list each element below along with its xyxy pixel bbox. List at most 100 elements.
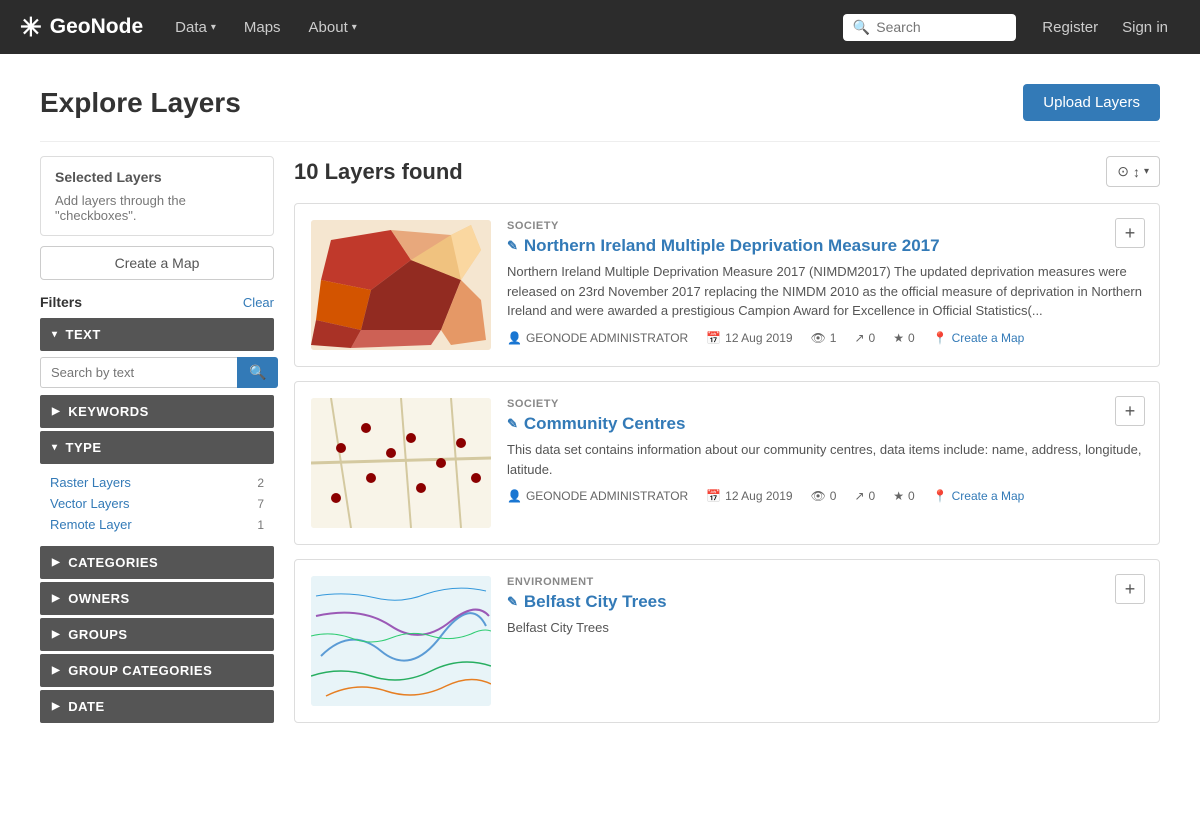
groups-filter-label: GROUPS [68, 627, 127, 642]
categories-filter-label: CATEGORIES [68, 555, 158, 570]
sidebar: Selected Layers Add layers through the "… [40, 156, 274, 726]
groups-filter-arrow-icon: ▶ [52, 629, 60, 640]
create-map-button[interactable]: Create a Map [40, 246, 274, 280]
date-filter-section: ▶ DATE [40, 690, 274, 723]
text-filter-body: 🔍 [40, 351, 274, 392]
owners-filter-section: ▶ OWNERS [40, 582, 274, 615]
categories-filter-arrow-icon: ▶ [52, 557, 60, 568]
date-filter-label: DATE [68, 699, 104, 714]
vector-layers-link[interactable]: Vector Layers [50, 496, 130, 511]
eye-icon: 👁 [811, 331, 826, 345]
add-layer-button-1[interactable]: + [1115, 218, 1145, 248]
layer-thumbnail [311, 398, 491, 528]
layer-views: 👁 0 [811, 489, 837, 503]
page-title: Explore Layers [40, 87, 241, 119]
remote-layer-count: 1 [257, 518, 264, 532]
keywords-filter-label: KEYWORDS [68, 404, 149, 419]
signin-link[interactable]: Sign in [1110, 19, 1180, 36]
group-categories-filter-header[interactable]: ▶ GROUP CATEGORIES [40, 654, 274, 687]
filters-label: Filters [40, 294, 82, 310]
star-icon: ★ [893, 489, 904, 503]
layer-thumbnail [311, 220, 491, 350]
layer-date: 📅 12 Aug 2019 [706, 489, 792, 503]
nav-data[interactable]: Data ▾ [161, 0, 230, 54]
keywords-filter-section: ▶ KEYWORDS [40, 395, 274, 428]
layer-description: This data set contains information about… [507, 440, 1143, 479]
create-map-link-1[interactable]: Create a Map [952, 331, 1025, 345]
brand-logo[interactable]: ✳ GeoNode [20, 12, 143, 43]
type-filter-item-vector: Vector Layers 7 [40, 493, 274, 514]
upload-layers-button[interactable]: Upload Layers [1023, 84, 1160, 121]
calendar-icon: 📅 [706, 331, 721, 345]
categories-filter-header[interactable]: ▶ CATEGORIES [40, 546, 274, 579]
layer-create-map: 📍 Create a Map [933, 489, 1025, 503]
layer-stars: ★ 0 [893, 331, 914, 345]
owners-filter-arrow-icon: ▶ [52, 593, 60, 604]
edit-icon: ✎ [507, 238, 518, 254]
search-input[interactable] [876, 19, 1006, 35]
register-link[interactable]: Register [1030, 19, 1110, 36]
date-filter-header[interactable]: ▶ DATE [40, 690, 274, 723]
date-filter-arrow-icon: ▶ [52, 701, 60, 712]
groups-filter-header[interactable]: ▶ GROUPS [40, 618, 274, 651]
keywords-filter-header[interactable]: ▶ KEYWORDS [40, 395, 274, 428]
selected-layers-box: Selected Layers Add layers through the "… [40, 156, 274, 236]
layer-shares: ↗ 0 [854, 489, 875, 503]
layer-author: 👤 GEONODE ADMINISTRATOR [507, 489, 688, 503]
nav-maps[interactable]: Maps [230, 0, 295, 54]
share-icon: ↗ [854, 489, 864, 503]
text-search-input[interactable] [40, 357, 237, 388]
raster-layers-link[interactable]: Raster Layers [50, 475, 131, 490]
layer-category: SOCIETY [507, 220, 1143, 232]
groups-filter-section: ▶ GROUPS [40, 618, 274, 651]
layer-description: Northern Ireland Multiple Deprivation Me… [507, 262, 1143, 321]
brand-icon: ✳ [20, 12, 42, 43]
create-map-link-2[interactable]: Create a Map [952, 489, 1025, 503]
map-pin-icon: 📍 [933, 489, 948, 503]
layer-category: ENVIRONMENT [507, 576, 1143, 588]
layer-author: 👤 GEONODE ADMINISTRATOR [507, 331, 688, 345]
layer-card: ENVIRONMENT ✎ Belfast City Trees Belfast… [294, 559, 1160, 723]
text-filter-header[interactable]: ▾ TEXT [40, 318, 274, 351]
add-layer-button-2[interactable]: + [1115, 396, 1145, 426]
layer-description: Belfast City Trees [507, 618, 1143, 638]
vector-layers-count: 7 [257, 497, 264, 511]
calendar-icon: 📅 [706, 489, 721, 503]
layer-category: SOCIETY [507, 398, 1143, 410]
sort-chevron-icon: ▾ [1144, 166, 1149, 177]
remote-layer-link[interactable]: Remote Layer [50, 517, 132, 532]
data-chevron-icon: ▾ [211, 22, 216, 33]
layer-create-map: 📍 Create a Map [933, 331, 1025, 345]
navbar: ✳ GeoNode Data ▾ Maps About ▾ 🔍 Register… [0, 0, 1200, 54]
sort-button[interactable]: ⊙ ↕ ▾ [1106, 156, 1160, 187]
clear-filters-link[interactable]: Clear [243, 295, 274, 310]
brand-name: GeoNode [50, 15, 143, 39]
nav-about[interactable]: About ▾ [295, 0, 371, 54]
layer-title[interactable]: ✎ Community Centres [507, 414, 1143, 434]
share-icon: ↗ [854, 331, 864, 345]
owners-filter-header[interactable]: ▶ OWNERS [40, 582, 274, 615]
layer-meta: 👤 GEONODE ADMINISTRATOR 📅 12 Aug 2019 👁 … [507, 331, 1143, 345]
layer-meta: 👤 GEONODE ADMINISTRATOR 📅 12 Aug 2019 👁 … [507, 489, 1143, 503]
categories-filter-section: ▶ CATEGORIES [40, 546, 274, 579]
search-box: 🔍 [843, 14, 1016, 41]
sort-order-icon: ↕ [1133, 164, 1140, 180]
sort-icon: ⊙ [1117, 163, 1129, 180]
owners-filter-label: OWNERS [68, 591, 130, 606]
type-filter-item-remote: Remote Layer 1 [40, 514, 274, 535]
layer-title[interactable]: ✎ Belfast City Trees [507, 592, 1143, 612]
type-filter-section: ▾ TYPE Raster Layers 2 Vector Layers 7 R… [40, 431, 274, 543]
layer-thumbnail [311, 576, 491, 706]
signin-label: Sign in [1122, 19, 1168, 36]
layer-date: 📅 12 Aug 2019 [706, 331, 792, 345]
edit-icon: ✎ [507, 416, 518, 432]
text-filter-arrow-icon: ▾ [52, 329, 58, 340]
eye-icon: 👁 [811, 489, 826, 503]
layer-title[interactable]: ✎ Northern Ireland Multiple Deprivation … [507, 236, 1143, 256]
map-pin-icon: 📍 [933, 331, 948, 345]
layer-shares: ↗ 0 [854, 331, 875, 345]
add-layer-button-3[interactable]: + [1115, 574, 1145, 604]
layer-info: ENVIRONMENT ✎ Belfast City Trees Belfast… [507, 576, 1143, 706]
type-filter-header[interactable]: ▾ TYPE [40, 431, 274, 464]
text-search-button[interactable]: 🔍 [237, 357, 278, 388]
